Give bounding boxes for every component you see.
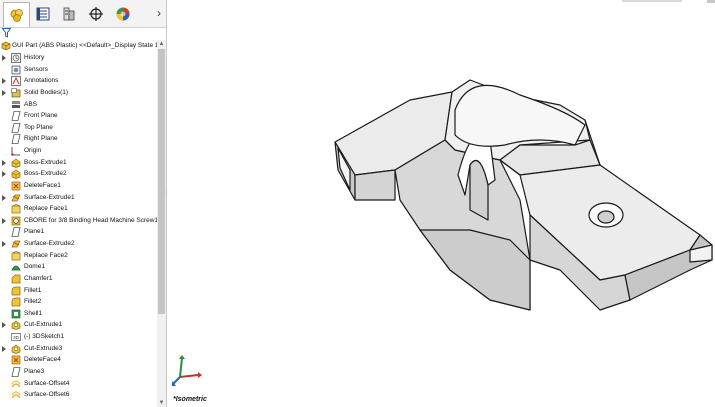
- part-model-3d[interactable]: [0, 0, 715, 407]
- view-orientation-label: *Isometric: [173, 396, 207, 403]
- reference-triad: [172, 355, 202, 386]
- solidworks-window: › GUI Part (ABS Plastic) <<Default>_Disp…: [0, 0, 715, 407]
